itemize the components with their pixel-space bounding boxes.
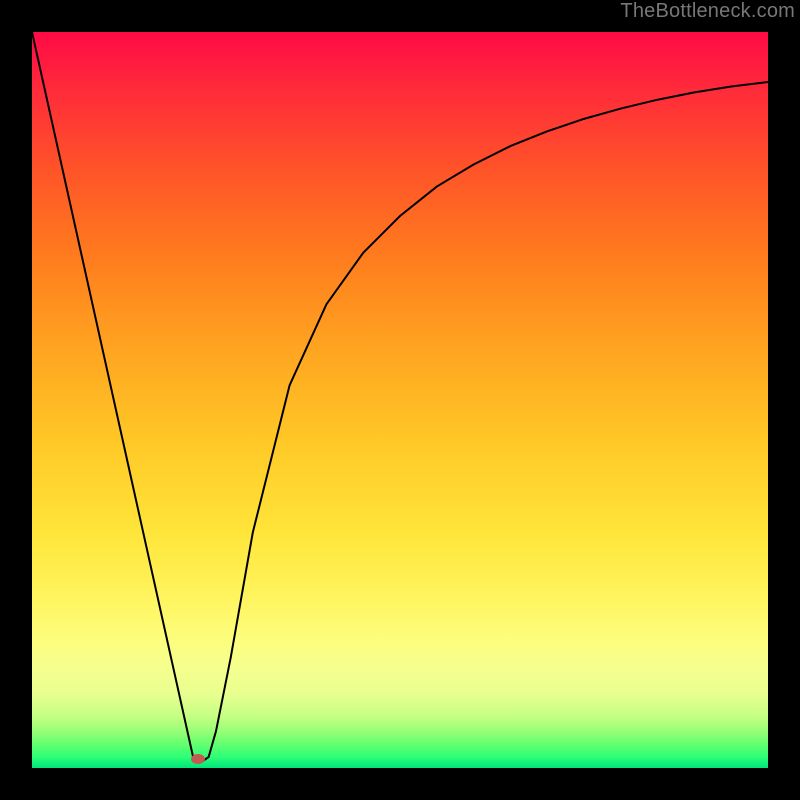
chart-container: TheBottleneck.com: [0, 0, 800, 800]
bottleneck-curve: [32, 32, 768, 762]
watermark-label: TheBottleneck.com: [620, 0, 795, 23]
curve-svg: [32, 32, 768, 768]
minimum-marker-icon: [191, 754, 205, 764]
plot-area: [32, 32, 768, 768]
